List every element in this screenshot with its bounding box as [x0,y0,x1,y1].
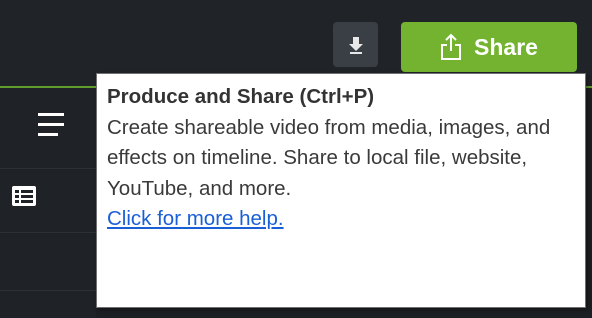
share-button[interactable]: Share [401,22,577,72]
media-list-icon[interactable] [12,186,36,206]
tooltip-description: Create shareable video from media, image… [107,115,551,200]
tooltip-title: Produce and Share (Ctrl+P) [107,85,375,108]
share-button-label: Share [474,33,538,60]
download-arrow-icon [348,36,363,54]
rail-divider [0,168,96,169]
rail-divider [0,232,96,233]
rail-divider [0,290,96,291]
share-tooltip: Produce and Share (Ctrl+P) Create sharea… [96,73,586,308]
download-button[interactable] [333,22,378,67]
share-upload-icon [441,33,462,60]
hamburger-menu-icon[interactable] [38,112,66,138]
help-link[interactable]: Click for more help. [107,207,284,230]
